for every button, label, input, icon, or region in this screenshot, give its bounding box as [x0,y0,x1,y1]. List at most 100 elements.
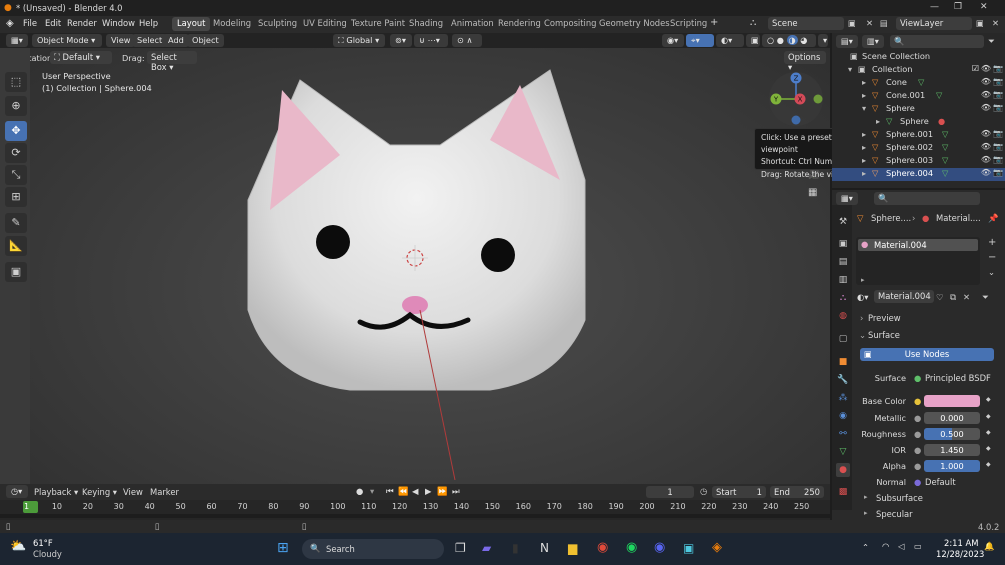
new-scene-icon[interactable]: ▣ [848,18,856,28]
eye-icon[interactable]: 👁 [981,168,991,177]
scene-selector[interactable]: Scene [768,17,844,30]
cat-head-model[interactable] [230,60,600,480]
material-browse-icon[interactable]: ◐▾ [857,292,869,302]
material-name-field[interactable]: Material.004 [874,290,934,303]
alpha-slider[interactable]: 1.000 [924,460,980,472]
object-tab-icon[interactable]: ■ [836,355,850,369]
camera-icon[interactable]: 📷 [993,90,1003,99]
add-workspace-icon[interactable]: + [710,17,718,28]
expand-arrow-icon[interactable]: ▸ [862,129,866,139]
shading-options-icon[interactable]: ▾ [818,34,828,47]
outliner-search-input[interactable]: 🔍 [890,35,984,48]
menu-window[interactable]: Window [102,18,135,28]
taskbar-time[interactable]: 2:11 AM [944,538,978,548]
visibility-icon[interactable]: ◉▾ [662,34,684,47]
timeline-view-menu[interactable]: View [123,487,143,497]
surface-value[interactable]: Principled BSDF [925,373,991,383]
navigation-gizmo[interactable]: Z Y X [766,70,826,128]
jump-start-icon[interactable]: ⏮ [386,486,394,497]
tab-compositing[interactable]: Compositing [539,17,602,31]
normal-value[interactable]: Default [925,477,956,487]
taskbar-search-input[interactable]: 🔍 Search [302,539,444,559]
expand-arrow-icon[interactable]: ▸ [862,142,866,152]
outliner-row-sphere-mesh[interactable]: ▸ ▽ Sphere ● [832,116,1005,129]
collection-tab-icon[interactable]: ▢ [836,332,850,346]
drag-selector[interactable]: Select Box ▾ [147,51,197,72]
play-icon[interactable]: ▶ [425,486,431,496]
teams-chat-icon[interactable]: ▰ [482,541,491,555]
orientation-selector[interactable]: ⛶ Default ▾ [50,51,112,64]
scale-tool-icon[interactable]: ⤡ [5,165,27,185]
gizmo-neg-z-axis[interactable] [791,115,801,125]
auto-key-options-icon[interactable]: ▾ [370,486,374,496]
outliner-filter-icon[interactable]: ⏷ [988,36,995,47]
snap-toggle-icon[interactable]: ⊍ ⋯▾ [414,34,448,47]
code-editor-icon[interactable]: ▣ [683,541,694,555]
timeline-scrollbar[interactable] [0,514,830,518]
properties-search-input[interactable]: 🔍 [874,192,980,205]
taskbar-date[interactable]: 12/28/2023 [936,549,984,559]
terminal-icon[interactable]: ▮ [512,541,519,555]
metallic-field[interactable]: 0.000 [924,412,980,424]
camera-icon[interactable]: 📷 [993,64,1003,73]
slot-specials-icon[interactable]: ⌄ [988,267,995,277]
properties-editor-type-icon[interactable]: ▦▾ [836,192,858,205]
specular-section-header[interactable]: ▸ Specular [856,508,996,520]
cursor-tool-icon[interactable]: ⊕ [5,96,27,116]
expand-arrow-icon[interactable]: ▸ [862,90,866,100]
fake-user-icon[interactable]: ♡ [936,292,944,302]
expand-arrow-icon[interactable]: ▸ [876,116,880,126]
output-tab-icon[interactable]: ▤ [836,255,850,269]
annotate-tool-icon[interactable]: ✎ [5,213,27,233]
next-keyframe-icon[interactable]: ⏩ [437,486,447,497]
base-color-swatch[interactable] [924,395,980,407]
timeline-marker-menu[interactable]: Marker [150,487,179,497]
xray-toggle-icon[interactable]: ▣ [746,34,760,47]
keyframe-dot-icon[interactable]: ◆ [986,429,991,436]
outliner-row-cone[interactable]: ▸ ▽ Cone ▽ 👁 📷 [832,77,1005,90]
keyframe-dot-icon[interactable]: ◆ [986,413,991,420]
perspective-toggle-icon[interactable]: ▦ [808,187,817,198]
play-reverse-icon[interactable]: ◀ [412,486,418,496]
jump-end-icon[interactable]: ⏭ [452,486,460,497]
blender-menu-icon[interactable]: ◈ [6,18,14,29]
measure-tool-icon[interactable]: 📐 [5,236,27,256]
tab-texture-paint[interactable]: Texture Paint [346,17,410,31]
blender-taskbar-icon[interactable]: ◈ [712,540,722,555]
outliner-editor-type-icon[interactable]: ▤▾ [836,35,858,48]
wifi-icon[interactable]: ◠ [882,541,889,551]
eye-icon[interactable]: 👁 [981,142,991,151]
proportional-editing-icon[interactable]: ⊙ ∧ [452,34,482,47]
eye-icon[interactable]: 👁 [981,129,991,138]
timeline-editor-type-icon[interactable]: ◷▾ [6,485,28,498]
expand-arrow-icon[interactable]: ▾ [848,64,852,74]
tab-animation[interactable]: Animation [446,17,499,31]
eye-icon[interactable]: 👁 [981,77,991,86]
add-slot-icon[interactable]: + [988,237,996,248]
keyframe-dot-icon[interactable]: ◆ [986,461,991,468]
mode-selector[interactable]: Object Mode ▾ [32,34,102,47]
remove-slot-icon[interactable]: − [988,252,996,263]
duplicate-material-icon[interactable]: ⧉ [950,292,956,303]
weather-icon[interactable]: ⛅ [10,539,26,554]
task-view-icon[interactable]: ❐ [455,541,466,555]
overlays-toggle-icon[interactable]: ◐▾ [716,34,744,47]
playback-menu[interactable]: Playback ▾ [34,487,78,497]
link-type-icon[interactable]: ⏷ [982,292,989,303]
view-layer-tab-icon[interactable]: ▥ [836,273,850,287]
editor-type-icon[interactable]: ▦▾ [6,34,28,47]
rotate-tool-icon[interactable]: ⟳ [5,143,27,163]
start-frame-field[interactable]: Start 1 [712,486,766,498]
expand-arrow-icon[interactable]: ▾ [862,103,866,113]
eye-icon[interactable]: 👁 [981,64,991,73]
maximize-icon[interactable]: ❐ [954,2,962,12]
tab-uv-editing[interactable]: UV Editing [298,17,352,31]
outliner-display-mode-icon[interactable]: ▥▾ [862,35,884,48]
camera-icon[interactable]: 📷 [993,142,1003,151]
view-layer-selector[interactable]: ViewLayer [896,17,972,30]
record-icon[interactable]: ● [356,486,363,496]
view-layer-icon[interactable]: ▤ [880,18,888,28]
preview-section-header[interactable]: › Preview [856,311,996,325]
transform-orientation-selector[interactable]: ⛶ Global ▾ [333,34,385,47]
scene-icon[interactable]: ⛬ [750,18,756,28]
